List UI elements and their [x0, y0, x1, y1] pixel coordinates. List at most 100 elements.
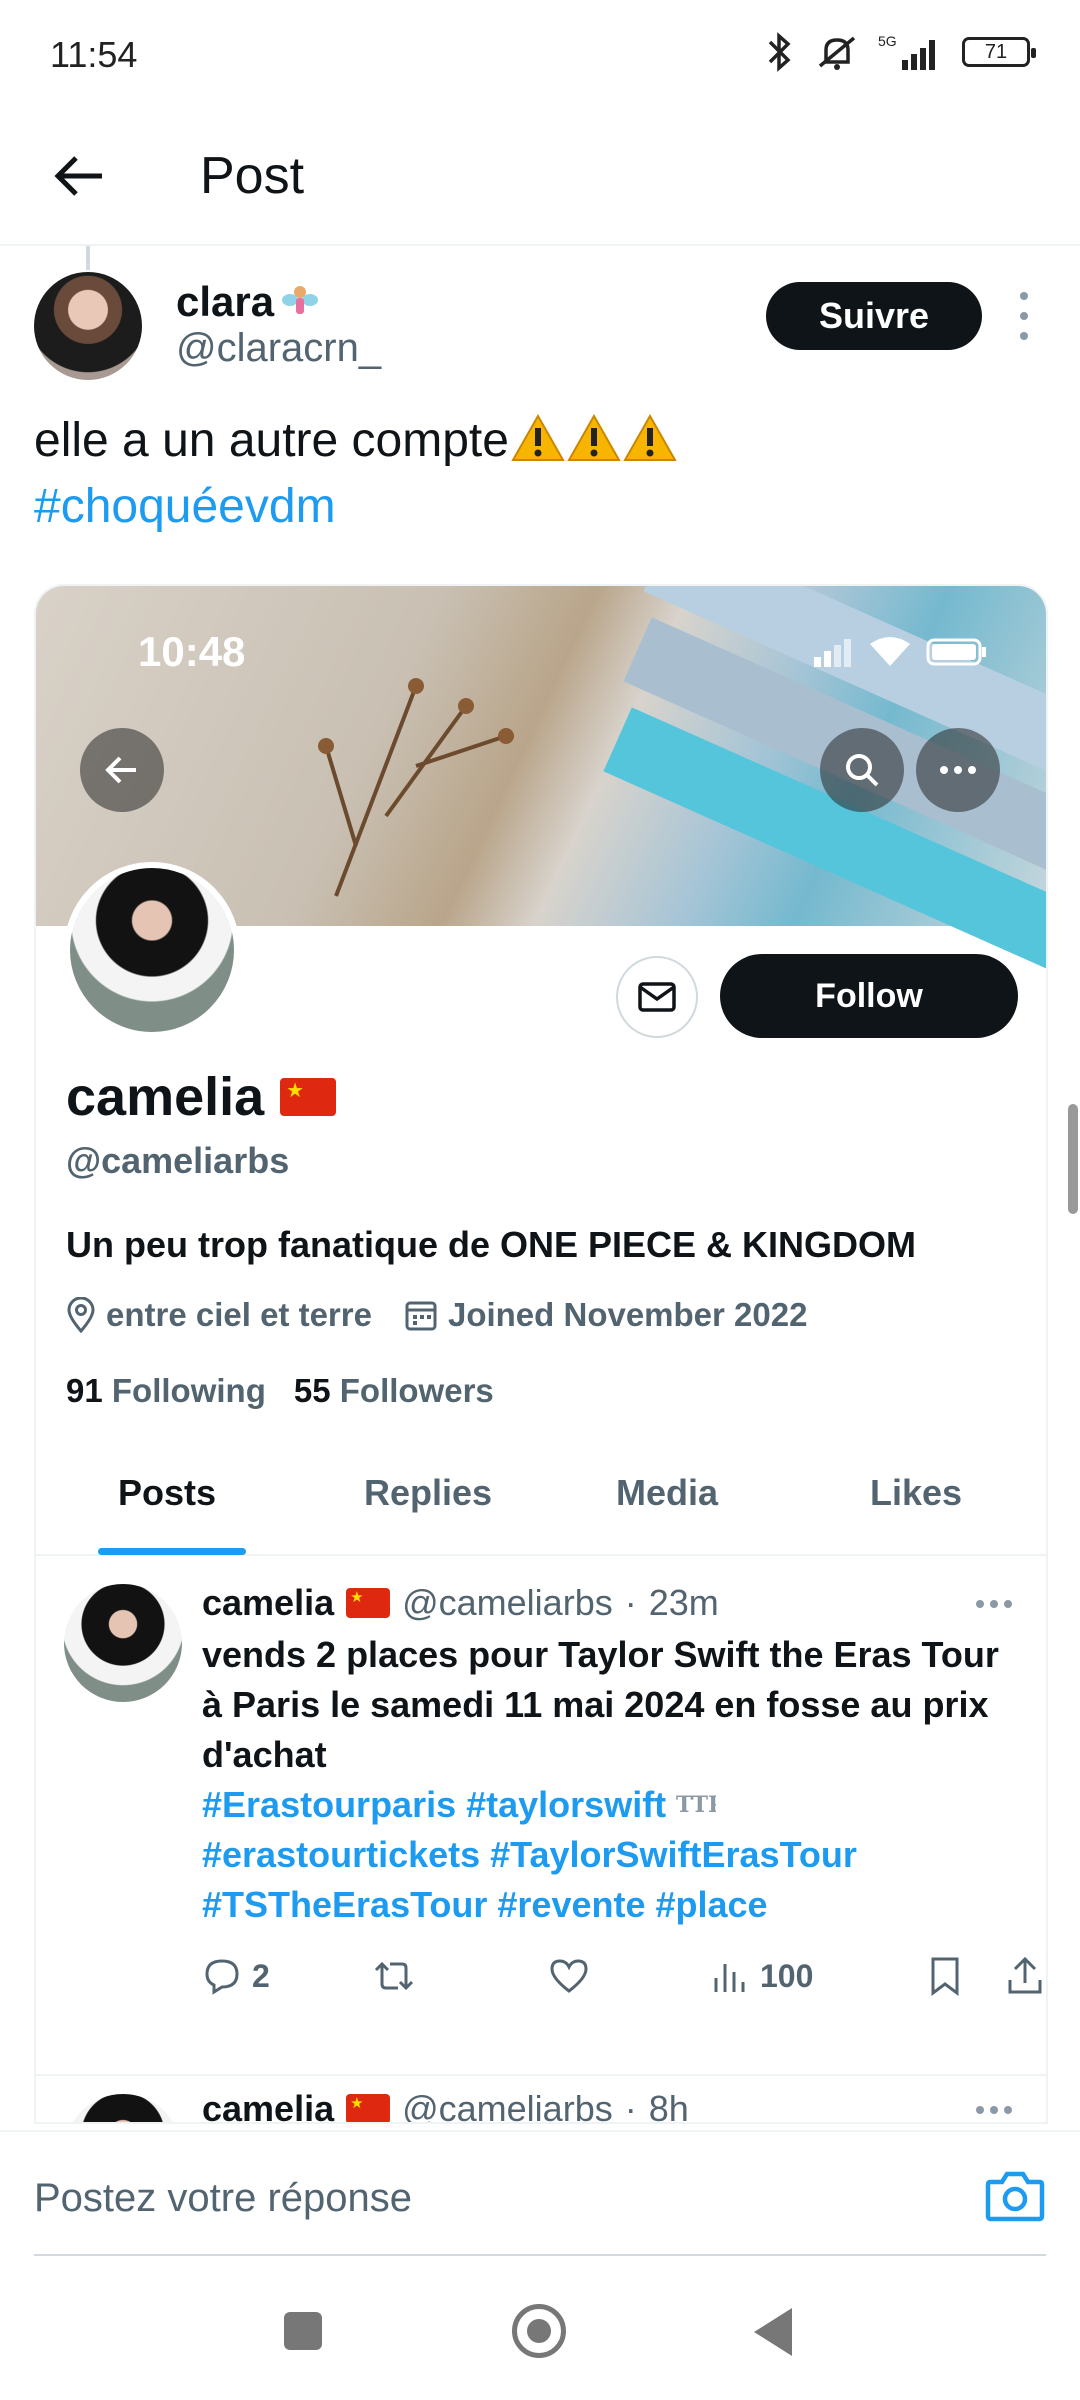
battery-icon: 71 — [962, 37, 1036, 67]
post-hashtags: #Erastourparis #taylorswift TTPD #erasto… — [202, 1780, 1022, 1930]
wifi-icon — [870, 637, 910, 666]
screenshot-back-icon — [80, 728, 164, 812]
reply-underline — [34, 2254, 1046, 2256]
profile-location: entre ciel et terre — [106, 1296, 372, 1333]
profile-joined: Joined November 2022 — [447, 1296, 808, 1333]
author-handle: @claracrn_ — [176, 326, 382, 370]
back-arrow-icon[interactable] — [50, 146, 110, 206]
post-author-name: camelia — [202, 1582, 335, 1623]
tab-posts: Posts — [118, 1472, 217, 1513]
screenshot-status-icons — [814, 636, 988, 668]
post-actions: 2 100 — [202, 1956, 1042, 2006]
message-icon — [616, 956, 698, 1038]
post-header: camelia @cameliarbs · 8h — [202, 2088, 689, 2124]
battery-icon — [926, 638, 986, 666]
post-separator: · — [624, 2088, 637, 2124]
views-action: 100 — [710, 1956, 813, 1996]
followers-label: Followers — [339, 1372, 494, 1409]
active-tab-indicator — [98, 1548, 246, 1555]
post-author-handle: @cameliarbs — [402, 1582, 613, 1623]
attached-image[interactable]: 10:48 Follow camelia @cameliarbs Un peu … — [34, 584, 1048, 2124]
camera-icon[interactable] — [984, 2168, 1046, 2224]
top-app-bar: Post — [0, 110, 1080, 246]
author-name: clara — [176, 278, 275, 325]
bluetooth-icon — [768, 32, 791, 72]
post-time: 23m — [648, 1582, 719, 1623]
reply-composer: Postez votre réponse — [0, 2130, 1080, 2260]
post-more-icon — [976, 2106, 1012, 2114]
post-author-handle: @cameliarbs — [402, 2088, 613, 2124]
profile-avatar — [64, 862, 240, 1038]
warning-emoji-icon — [511, 414, 565, 461]
fairy-emoji-icon — [282, 286, 319, 314]
reply-action: 2 — [202, 1956, 270, 1996]
heart-icon — [550, 1959, 588, 1993]
post-separator: · — [624, 1582, 637, 1623]
reply-input[interactable]: Postez votre réponse — [34, 2176, 412, 2221]
signal-icon: 5G — [878, 33, 935, 70]
recents-button[interactable] — [284, 2312, 322, 2350]
post-more-icon — [976, 1600, 1012, 1608]
screenshot-status-time: 10:48 — [138, 628, 246, 675]
share-icon — [1008, 1956, 1042, 1994]
post-hashtags-line: #Erastourparis #taylorswift — [202, 1784, 667, 1825]
following-label: Following — [111, 1372, 266, 1409]
tab-replies: Replies — [364, 1472, 493, 1513]
status-icons: 5G 71 — [762, 32, 1036, 72]
post-divider — [36, 2074, 1046, 2076]
mute-icon — [818, 36, 856, 70]
status-bar: 11:54 5G 71 — [0, 0, 1080, 110]
home-button[interactable] — [512, 2304, 566, 2358]
tab-likes: Likes — [870, 1472, 963, 1513]
dried-flowers-decoration — [318, 678, 514, 897]
author-avatar[interactable] — [34, 272, 142, 380]
post-hashtags-line: #erastourtickets #TaylorSwiftErasTour — [202, 1834, 857, 1875]
china-flag-icon — [346, 2094, 391, 2122]
bookmark-icon — [931, 1957, 959, 1996]
warning-emoji-icon — [567, 414, 621, 461]
profile-stats: 91 Following 55 Followers — [66, 1372, 494, 1410]
post-text: vends 2 places pour Taylor Swift the Era… — [202, 1634, 999, 1775]
profile-meta: entre ciel et terre Joined November 2022 — [66, 1296, 839, 1334]
system-nav-bar — [0, 2262, 1080, 2400]
analytics-icon — [714, 1964, 745, 1992]
post-header: camelia @cameliarbs · 23m — [202, 1582, 719, 1624]
profile-tabs: Posts Replies Media Likes — [36, 1436, 1046, 1556]
repost-icon — [374, 1961, 414, 1991]
china-flag-icon — [346, 1588, 391, 1618]
profile-bio: Un peu trop fanatique de ONE PIECE & KIN… — [66, 1224, 917, 1265]
profile-name: camelia — [66, 1067, 265, 1127]
system-back-button[interactable] — [754, 2308, 792, 2356]
china-flag-icon — [280, 1078, 337, 1116]
location-icon — [67, 1297, 95, 1333]
like-action — [548, 1956, 590, 1996]
tweet-body: elle a un autre compte — [34, 414, 509, 467]
svg-text:5G: 5G — [878, 33, 897, 49]
post-author-name: camelia — [202, 2088, 335, 2124]
reply-icon — [205, 1959, 239, 1995]
tab-media: Media — [616, 1472, 719, 1513]
signal-icon — [814, 639, 851, 667]
svg-text:TTPD: TTPD — [676, 1792, 716, 1817]
screenshot-more-icon — [916, 728, 1000, 812]
share-action — [1006, 1956, 1044, 1996]
page-title: Post — [200, 147, 305, 205]
taylor-swift-emoji-icon: TTPD — [676, 1792, 744, 1818]
post-hashtags-line: #TSTheErasTour #revente #place — [202, 1884, 768, 1925]
bookmark-action — [928, 1956, 962, 1996]
post-avatar — [64, 2094, 182, 2122]
views-count: 100 — [760, 1957, 814, 1994]
repost-action — [372, 1956, 416, 1996]
scrollbar[interactable] — [1068, 1104, 1078, 1214]
thread-line — [86, 246, 90, 270]
hashtag-link[interactable]: #choquéevdm — [34, 480, 336, 533]
more-options-icon[interactable] — [1016, 292, 1032, 340]
screenshot-search-icon — [820, 728, 904, 812]
status-time: 11:54 — [50, 34, 138, 75]
profile-follow-button: Follow — [720, 954, 1018, 1038]
calendar-icon — [405, 1301, 437, 1331]
author-name-row[interactable]: clara — [176, 278, 320, 326]
follow-button[interactable]: Suivre — [766, 282, 982, 350]
profile-name-row: camelia — [66, 1066, 337, 1128]
following-count: 91 — [66, 1372, 103, 1409]
